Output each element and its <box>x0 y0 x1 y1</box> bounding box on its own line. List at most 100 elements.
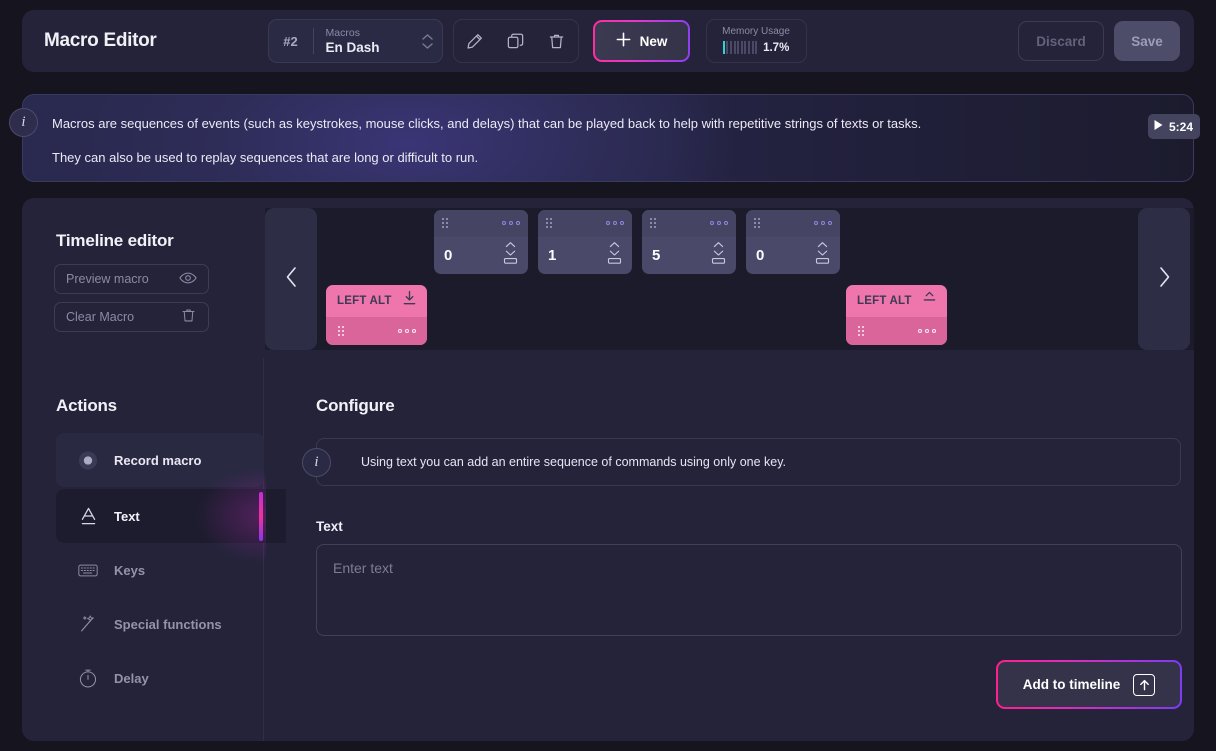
card-body <box>846 317 947 345</box>
topbar-right-actions: Discard Save <box>1018 21 1180 61</box>
chevron-right-icon <box>1157 265 1172 294</box>
active-item-indicator <box>259 492 263 541</box>
timeline-delay-card[interactable]: 5 <box>642 210 736 274</box>
timeline-prev-button[interactable] <box>265 208 317 350</box>
card-menu-icon[interactable] <box>606 221 624 225</box>
text-input[interactable] <box>316 544 1182 636</box>
macro-selector-texts: Macros En Dash <box>314 27 422 56</box>
drag-handle-icon[interactable] <box>650 218 656 228</box>
lower-panel: Actions Record macro Text Keys Special f… <box>22 358 1194 741</box>
sidebar-item-record-macro[interactable]: Record macro <box>56 433 264 487</box>
card-menu-icon[interactable] <box>398 329 416 333</box>
eye-icon <box>179 271 197 288</box>
info-icon: i <box>302 448 331 477</box>
chevron-left-icon <box>284 265 299 294</box>
card-body: 0 <box>434 237 528 274</box>
drag-handle-icon[interactable] <box>858 326 864 336</box>
sidebar-item-label: Special functions <box>114 616 222 632</box>
copy-icon[interactable] <box>499 24 533 58</box>
card-header <box>434 210 528 237</box>
sidebar-item-label: Record macro <box>114 452 202 468</box>
drag-handle-icon[interactable] <box>442 218 448 228</box>
memory-usage-indicator: Memory Usage 1.7% <box>705 19 807 63</box>
drag-handle-icon[interactable] <box>338 326 344 336</box>
sidebar-item-label: Keys <box>114 562 146 578</box>
discard-button[interactable]: Discard <box>1018 21 1104 61</box>
text-a-icon <box>78 506 98 527</box>
trash-icon <box>180 307 197 327</box>
timeline-delay-card[interactable]: 0 <box>434 210 528 274</box>
save-button[interactable]: Save <box>1114 21 1180 61</box>
magic-wand-icon <box>78 614 98 635</box>
drag-handle-icon[interactable] <box>546 218 552 228</box>
timeline-delay-card[interactable]: 0 <box>746 210 840 274</box>
macro-selector[interactable]: #2 Macros En Dash <box>267 19 443 63</box>
delay-value: 0 <box>444 247 453 264</box>
key-up-icon <box>922 290 937 312</box>
sidebar-item-delay[interactable]: Delay <box>56 651 264 705</box>
card-header <box>746 210 840 237</box>
info-banner <box>22 94 1194 182</box>
add-to-timeline-button[interactable]: Add to timeline <box>996 660 1182 709</box>
memory-usage-value: 1.7% <box>763 41 790 54</box>
clear-macro-label: Clear Macro <box>66 310 135 324</box>
key-down-icon <box>402 290 417 312</box>
video-duration: 5:24 <box>1169 119 1194 134</box>
sidebar-item-label: Delay <box>114 670 149 686</box>
delay-value: 0 <box>756 247 765 264</box>
add-to-timeline-label: Add to timeline <box>1022 677 1121 692</box>
card-menu-icon[interactable] <box>710 221 728 225</box>
card-menu-icon[interactable] <box>918 329 936 333</box>
new-macro-button[interactable]: New <box>592 20 690 62</box>
key-stepper-icon[interactable] <box>606 241 623 270</box>
sidebar-item-special-functions[interactable]: Special functions <box>56 597 264 651</box>
memory-usage-bars <box>722 41 758 54</box>
sidebar-item-keys[interactable]: Keys <box>56 543 264 597</box>
card-header <box>642 210 736 237</box>
play-video-button[interactable]: 5:24 <box>1148 114 1201 139</box>
plus-icon <box>615 31 632 51</box>
pencil-icon[interactable] <box>457 24 491 58</box>
preview-macro-label: Preview macro <box>66 272 149 286</box>
stopwatch-icon <box>78 668 98 689</box>
sidebar-item-text[interactable]: Text <box>56 489 286 543</box>
drag-handle-icon[interactable] <box>754 218 760 228</box>
configure-title: Configure <box>316 396 395 415</box>
key-stepper-icon[interactable] <box>710 241 727 270</box>
timeline-delay-card[interactable]: 1 <box>538 210 632 274</box>
card-body: 1 <box>538 237 632 274</box>
configure-note: Using text you can add an entire sequenc… <box>316 438 1181 486</box>
card-body <box>326 317 427 345</box>
card-body: 5 <box>642 237 736 274</box>
key-name: LEFT ALT <box>857 295 912 307</box>
delay-value: 1 <box>548 247 557 264</box>
card-body: 0 <box>746 237 840 274</box>
delay-value: 5 <box>652 247 661 264</box>
macro-selector-value: En Dash <box>325 39 380 55</box>
chevron-updown-icon[interactable] <box>421 33 433 49</box>
card-menu-icon[interactable] <box>502 221 520 225</box>
card-menu-icon[interactable] <box>814 221 832 225</box>
key-name: LEFT ALT <box>337 295 392 307</box>
info-banner-line-1: Macros are sequences of events (such as … <box>52 116 922 131</box>
trash-icon[interactable] <box>540 24 574 58</box>
info-icon: i <box>9 108 38 137</box>
key-stepper-icon[interactable] <box>502 241 519 270</box>
clear-macro-button[interactable]: Clear Macro <box>54 302 209 332</box>
card-header <box>538 210 632 237</box>
timeline-next-button[interactable] <box>1138 208 1190 350</box>
memory-usage-label: Memory Usage <box>722 26 790 37</box>
macro-number: #2 <box>283 33 298 49</box>
timeline-key-card[interactable]: LEFT ALT <box>326 285 427 345</box>
timeline-key-card[interactable]: LEFT ALT <box>846 285 947 345</box>
play-icon <box>1153 118 1164 136</box>
preview-macro-button[interactable]: Preview macro <box>54 264 209 294</box>
actions-sidebar: Actions Record macro Text Keys Special f… <box>22 358 286 741</box>
card-header: LEFT ALT <box>846 285 947 317</box>
page-title: Macro Editor <box>44 30 157 51</box>
key-stepper-icon[interactable] <box>814 241 831 270</box>
sidebar-item-label: Text <box>114 508 140 524</box>
record-dot-icon <box>78 450 98 471</box>
timeline-title: Timeline editor <box>56 231 174 250</box>
card-header: LEFT ALT <box>326 285 427 317</box>
